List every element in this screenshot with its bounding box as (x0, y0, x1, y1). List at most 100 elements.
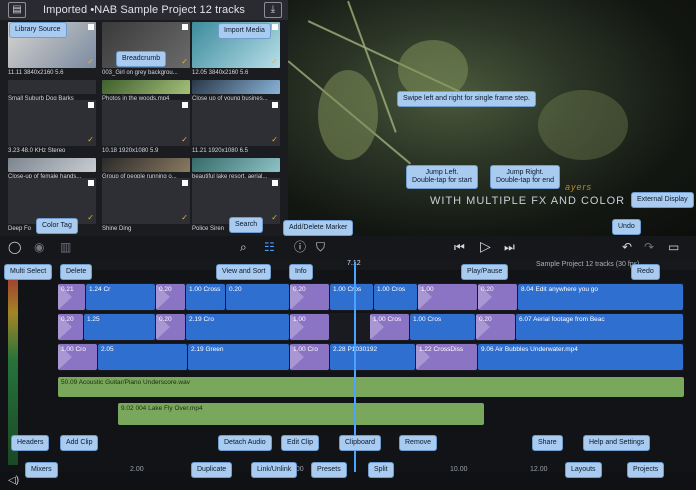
callout-search: Search (230, 218, 263, 232)
callout-import-media: Import Media (219, 24, 270, 38)
external-display-icon[interactable]: ▭ (668, 240, 679, 254)
timeline-clip[interactable]: 0.20 (290, 284, 329, 310)
thumbnail: ✓ (102, 100, 190, 146)
timeline-clip[interactable]: 2.19 Green (188, 344, 289, 370)
clip-label: 1.25 (87, 316, 100, 323)
timeline-clip[interactable]: 0.20 (476, 314, 515, 340)
ruler-tick-label: 10.00 (450, 466, 468, 473)
marker-icon[interactable]: ⛉ (316, 240, 325, 254)
timeline-clip[interactable]: 2.05 (98, 344, 187, 370)
callout-external-display: External Display (632, 193, 693, 207)
view-sort-icon[interactable]: ☷ (264, 240, 275, 254)
tile-caption: 11.21 1920x1080 6.5 (192, 148, 248, 154)
selection-box[interactable] (182, 24, 188, 30)
clip-label: 50.09 Acoustic Guitar/Piano Underscore.w… (61, 379, 190, 386)
video-overlay-title-top: ayers (565, 182, 593, 192)
clip-label: 1.00 Cross (189, 286, 221, 293)
fern-frond (538, 90, 628, 160)
thumbnail (102, 158, 190, 172)
selection-box[interactable] (272, 102, 278, 108)
tile-girl-forest[interactable]: ✓ 003_Girl on grey backgrou... (102, 22, 190, 77)
callout-info: Info (290, 265, 312, 279)
tile-glasses-info[interactable]: ✓ 11.21 1920x1080 6.5 (192, 100, 280, 155)
play-icon[interactable]: ▷ (480, 239, 491, 253)
info-icon[interactable]: ⓘ (294, 240, 306, 254)
callout-share: Share (533, 436, 562, 450)
tile-woods-info[interactable]: ✓ 10.18 1920x1080 5.9 (102, 100, 190, 155)
selection-box[interactable] (88, 180, 94, 186)
thumbnail (8, 158, 96, 172)
timeline-clip[interactable]: 1.00 (290, 314, 329, 340)
timeline-clip[interactable]: 2.19 Cro (186, 314, 289, 340)
checkmark-icon: ✓ (181, 135, 188, 144)
color-tag-icon[interactable]: ◉ (34, 240, 44, 254)
timeline-clip[interactable]: 8.04 Edit anywhere you go (518, 284, 683, 310)
delete-icon[interactable]: ▥ (60, 240, 71, 254)
timeline-clip[interactable]: 9.06 Air Bubbles Underwater.mp4 (478, 344, 683, 370)
timeline-clip[interactable]: 0.20 (156, 284, 185, 310)
checkmark-icon: ✓ (87, 135, 94, 144)
library-header: Imported •NAB Sample Project 12 tracks (0, 0, 288, 20)
redo-icon[interactable]: ↷ (644, 240, 654, 254)
timeline-clip[interactable]: 1.00 Cro (58, 344, 97, 370)
jump-left-icon[interactable]: ⏮ (454, 240, 465, 254)
timeline-clip[interactable]: 0.20 (226, 284, 289, 310)
checkmark-icon: ✓ (271, 213, 278, 222)
timeline-clip[interactable]: 6.07 Aerial footage from Beac (516, 314, 683, 340)
ruler-tick-label: 2.00 (130, 466, 144, 473)
audio-guitar[interactable]: 50.09 Acoustic Guitar/Piano Underscore.w… (58, 377, 684, 397)
selection-box[interactable] (182, 102, 188, 108)
timeline-clip[interactable]: 0.21 (58, 284, 85, 310)
selection-box[interactable] (272, 180, 278, 186)
selection-box[interactable] (272, 24, 278, 30)
timeline-clip[interactable]: 0.20 (58, 314, 83, 340)
clip-label: 8.04 Edit anywhere you go (521, 286, 598, 293)
tile-shine[interactable]: ✓ Shine Ding (102, 178, 190, 233)
checkmark-icon: ✓ (87, 57, 94, 66)
multi-select-icon[interactable]: ◯ (8, 240, 21, 254)
timeline-clip[interactable]: 1.00 Cros (330, 284, 373, 310)
timeline-clip[interactable]: 1.00 (418, 284, 477, 310)
jump-right-icon[interactable]: ⏭ (504, 240, 515, 254)
timeline-clip[interactable]: 1.00 Cros (374, 284, 417, 310)
clip-label: 2.19 Green (191, 346, 224, 353)
timeline-clip[interactable]: 0.20 (156, 314, 185, 340)
speaker-icon[interactable]: ◁) (8, 474, 19, 488)
selection-box[interactable] (88, 24, 94, 30)
checkmark-icon: ✓ (181, 57, 188, 66)
timeline-ruler[interactable]: 7.12 Sample Project 12 tracks (30 fps) (0, 258, 696, 270)
checkmark-icon: ✓ (271, 135, 278, 144)
callout-layouts: Layouts (566, 463, 601, 477)
timeline-clip[interactable]: 2.28 P1030192 (330, 344, 415, 370)
import-media-button[interactable]: ⤓ (264, 2, 282, 18)
timeline-clip[interactable]: 0.20 (478, 284, 517, 310)
clip-label: 0.20 (159, 316, 172, 323)
timeline-clip[interactable]: 1.24 Cr (86, 284, 155, 310)
playhead[interactable] (354, 262, 356, 490)
timeline-clip[interactable]: 1.25 (84, 314, 155, 340)
ruler-tick-label: 12.00 (530, 466, 548, 473)
selection-box[interactable] (182, 180, 188, 186)
callout-remove: Remove (400, 436, 437, 450)
callout-jump-right: Jump Right. Double-tap for end (491, 166, 559, 188)
search-icon[interactable]: ⌕ (240, 240, 247, 254)
library-source-button[interactable]: ▤ (8, 2, 26, 18)
breadcrumb[interactable]: Imported •NAB Sample Project 12 tracks (43, 4, 245, 16)
callout-clipboard: Clipboard (340, 436, 380, 450)
callout-library-source: Library Source (10, 23, 66, 37)
undo-icon[interactable]: ↶ (622, 240, 632, 254)
clip-label: 0.20 (479, 316, 492, 323)
clip-label: 1.24 Cr (89, 286, 111, 293)
clip-label: 1.00 (293, 316, 306, 323)
callout-color-tag: Color Tag (37, 219, 77, 233)
tile-audio-info[interactable]: ✓ 3.23 48.0 KHz Stereo (8, 100, 96, 155)
selection-box[interactable] (88, 102, 94, 108)
timeline-clip[interactable]: 1.00 Cros (370, 314, 409, 340)
video-overlay-title: WITH MULTIPLE FX AND COLOR (430, 195, 626, 207)
audio-lake[interactable]: 9.02 004 Lake Fly Over.mp4 (118, 403, 484, 425)
timeline-clip[interactable]: 1.00 Cros (410, 314, 475, 340)
timeline-clip[interactable]: 1.00 Cro (290, 344, 329, 370)
callout-breadcrumb: Breadcrumb (117, 52, 166, 66)
timeline-clip[interactable]: 1.00 Cross (186, 284, 225, 310)
timeline-clip[interactable]: 1.22 CrossDiss (416, 344, 477, 370)
